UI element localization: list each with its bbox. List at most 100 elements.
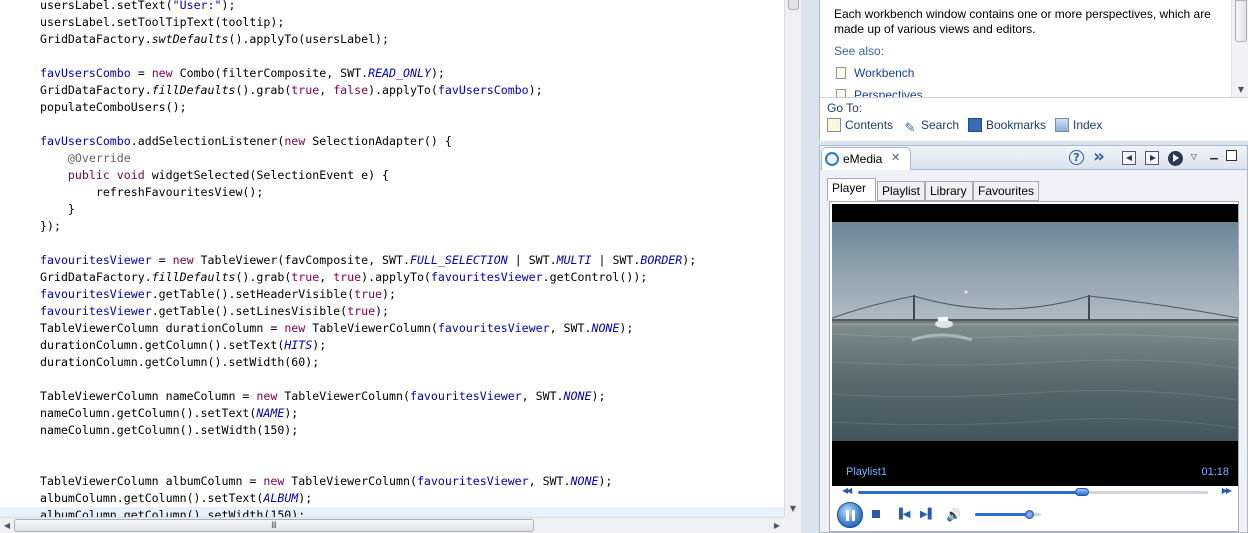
next-track-icon[interactable]: ▶▌ (920, 508, 935, 522)
code-line[interactable]: GridDataFactory.fillDefaults().grab(true… (0, 82, 784, 99)
code-line[interactable]: TableViewerColumn durationColumn = new T… (0, 320, 784, 337)
help-vertical-scrollbar[interactable]: ▼ (1231, 0, 1248, 97)
related-link-workbench[interactable]: Workbench (836, 66, 914, 82)
help-scroll-thumb[interactable] (1235, 0, 1247, 42)
code-token: READ_ONLY (368, 66, 431, 80)
minimize-icon[interactable]: ▁ (1208, 146, 1220, 164)
tab-playlist[interactable]: Playlist (877, 181, 925, 201)
code-token: albumColumn.getColumn().setWidth(150); (40, 508, 306, 517)
related-link-perspectives[interactable]: Perspectives (836, 88, 923, 97)
video-area[interactable] (832, 222, 1238, 441)
code-line[interactable]: refreshFavouritesView(); (0, 184, 784, 201)
double-chevron-right-icon[interactable]: » (1091, 148, 1107, 167)
scroll-left-arrow-icon[interactable]: ◀ (0, 518, 14, 533)
player-panel: Playlist1 01:18 ◀◀ ▶▶ ▐◀ ▶▌ 🔊 (829, 201, 1239, 532)
time-readout: 01:18 (1201, 466, 1229, 478)
editor-vertical-scroll-thumb[interactable] (788, 0, 799, 10)
step-back-icon[interactable] (1122, 151, 1136, 165)
goto-search-link[interactable]: ✎ Search (903, 118, 959, 136)
code-token: FULL_SELECTION (409, 253, 508, 267)
step-forward-icon[interactable] (1145, 151, 1159, 165)
emedia-view: eMedia ✕ ? » ▽ ▁ Player Playlist Library… (819, 145, 1248, 533)
maximize-icon[interactable] (1226, 150, 1237, 161)
code-line[interactable]: TableViewerColumn albumColumn = new Tabl… (0, 473, 784, 490)
bookmarks-icon (968, 118, 982, 132)
code-token: refreshFavouritesView(); (40, 185, 264, 199)
previous-track-icon[interactable]: ▐◀ (895, 508, 910, 522)
topic-icon (836, 67, 846, 79)
code-token: , (319, 83, 334, 97)
code-editor[interactable]: usersLabel.setText("User:"); usersLabel.s… (0, 0, 801, 533)
goto-contents-link[interactable]: Contents (827, 118, 893, 136)
stop-button[interactable] (872, 510, 880, 518)
code-line[interactable] (0, 371, 784, 388)
tab-player[interactable]: Player (827, 178, 876, 201)
code-line[interactable] (0, 439, 784, 456)
volume-slider[interactable] (975, 510, 1041, 519)
code-token: | SWT. (507, 253, 557, 267)
code-token: swtDefaults (151, 32, 229, 46)
view-menu-icon[interactable]: ▽ (1189, 148, 1199, 166)
goto-index-link[interactable]: Index (1055, 118, 1102, 136)
emedia-view-tab[interactable]: eMedia ✕ (821, 147, 911, 170)
code-line[interactable]: nameColumn.getColumn().setWidth(150); (0, 422, 784, 439)
contents-icon (827, 118, 841, 132)
code-line[interactable]: public void widgetSelected(SelectionEven… (0, 167, 784, 184)
code-line[interactable]: TableViewerColumn nameColumn = new Table… (0, 388, 784, 405)
code-line[interactable] (0, 235, 784, 252)
code-token: ); (382, 287, 396, 301)
editor-horizontal-scroll-thumb[interactable]: III (14, 519, 534, 532)
code-line[interactable]: usersLabel.setToolTipText(tooltip); (0, 14, 784, 31)
code-token: TableViewerColumn( (284, 474, 417, 488)
goto-bookmarks-link[interactable]: Bookmarks (968, 118, 1046, 136)
code-line[interactable] (0, 456, 784, 473)
code-token: new (284, 321, 306, 335)
play-icon[interactable] (1168, 151, 1183, 166)
code-line[interactable]: } (0, 201, 784, 218)
code-token: MULTI (556, 253, 592, 267)
rewind-icon[interactable]: ◀◀ (842, 486, 852, 495)
close-icon[interactable]: ✕ (891, 151, 900, 164)
editor-horizontal-scrollbar[interactable]: ◀ III ▶ (0, 517, 784, 533)
code-line[interactable] (0, 48, 784, 65)
scroll-down-arrow-icon[interactable]: ▼ (785, 501, 801, 517)
code-line[interactable]: albumColumn.getColumn().setWidth(150); (0, 507, 784, 517)
code-line[interactable]: favouritesViewer.getTable().setLinesVisi… (0, 303, 784, 320)
seek-thumb[interactable] (1075, 488, 1089, 496)
code-token: nameColumn.getColumn().setWidth(150); (40, 423, 299, 437)
code-line[interactable]: favouritesViewer.getTable().setHeaderVis… (0, 286, 784, 303)
volume-thumb[interactable] (1025, 510, 1035, 519)
code-line[interactable]: populateComboUsers(); (0, 99, 784, 116)
code-token: GridDataFactory. (40, 32, 152, 46)
code-line[interactable]: favUsersCombo.addSelectionListener(new S… (0, 133, 784, 150)
code-line[interactable]: durationColumn.getColumn().setWidth(60); (0, 354, 784, 371)
help-icon[interactable]: ? (1069, 150, 1084, 165)
code-line[interactable]: usersLabel.setText("User:"); (0, 0, 784, 14)
pause-button[interactable] (837, 502, 863, 528)
scroll-down-arrow-icon[interactable]: ▼ (1232, 83, 1248, 97)
code-token: true (347, 304, 376, 318)
seek-track[interactable] (858, 488, 1208, 496)
code-line[interactable]: @Override (0, 150, 784, 167)
code-token: ); (375, 304, 390, 318)
code-line[interactable]: nameColumn.getColumn().setText(NAME); (0, 405, 784, 422)
help-description: Each workbench window contains one or mo… (834, 7, 1211, 36)
code-line[interactable] (0, 116, 784, 133)
tab-library[interactable]: Library (925, 181, 973, 201)
editor-vertical-scrollbar[interactable]: ▼ (784, 0, 801, 517)
code-line[interactable]: GridDataFactory.swtDefaults().applyTo(us… (0, 31, 784, 48)
tab-favourites[interactable]: Favourites (973, 181, 1039, 201)
code-area[interactable]: usersLabel.setText("User:"); usersLabel.s… (0, 0, 784, 517)
volume-icon[interactable]: 🔊 (946, 508, 961, 522)
code-line[interactable]: }); (0, 218, 784, 235)
code-line[interactable]: favouritesViewer = new TableViewer(favCo… (0, 252, 784, 269)
code-token: ); (598, 474, 613, 488)
scroll-right-arrow-icon[interactable]: ▶ (770, 518, 784, 533)
fast-forward-icon[interactable]: ▶▶ (1222, 486, 1232, 495)
code-line[interactable]: albumColumn.getColumn().setText(ALBUM); (0, 490, 784, 507)
code-line[interactable]: durationColumn.getColumn().setText(HITS)… (0, 337, 784, 354)
seek-bar[interactable]: ◀◀ ▶▶ (832, 486, 1238, 500)
code-line[interactable]: GridDataFactory.fillDefaults().grab(true… (0, 269, 784, 286)
code-line[interactable]: favUsersCombo = new Combo(filterComposit… (0, 65, 784, 82)
